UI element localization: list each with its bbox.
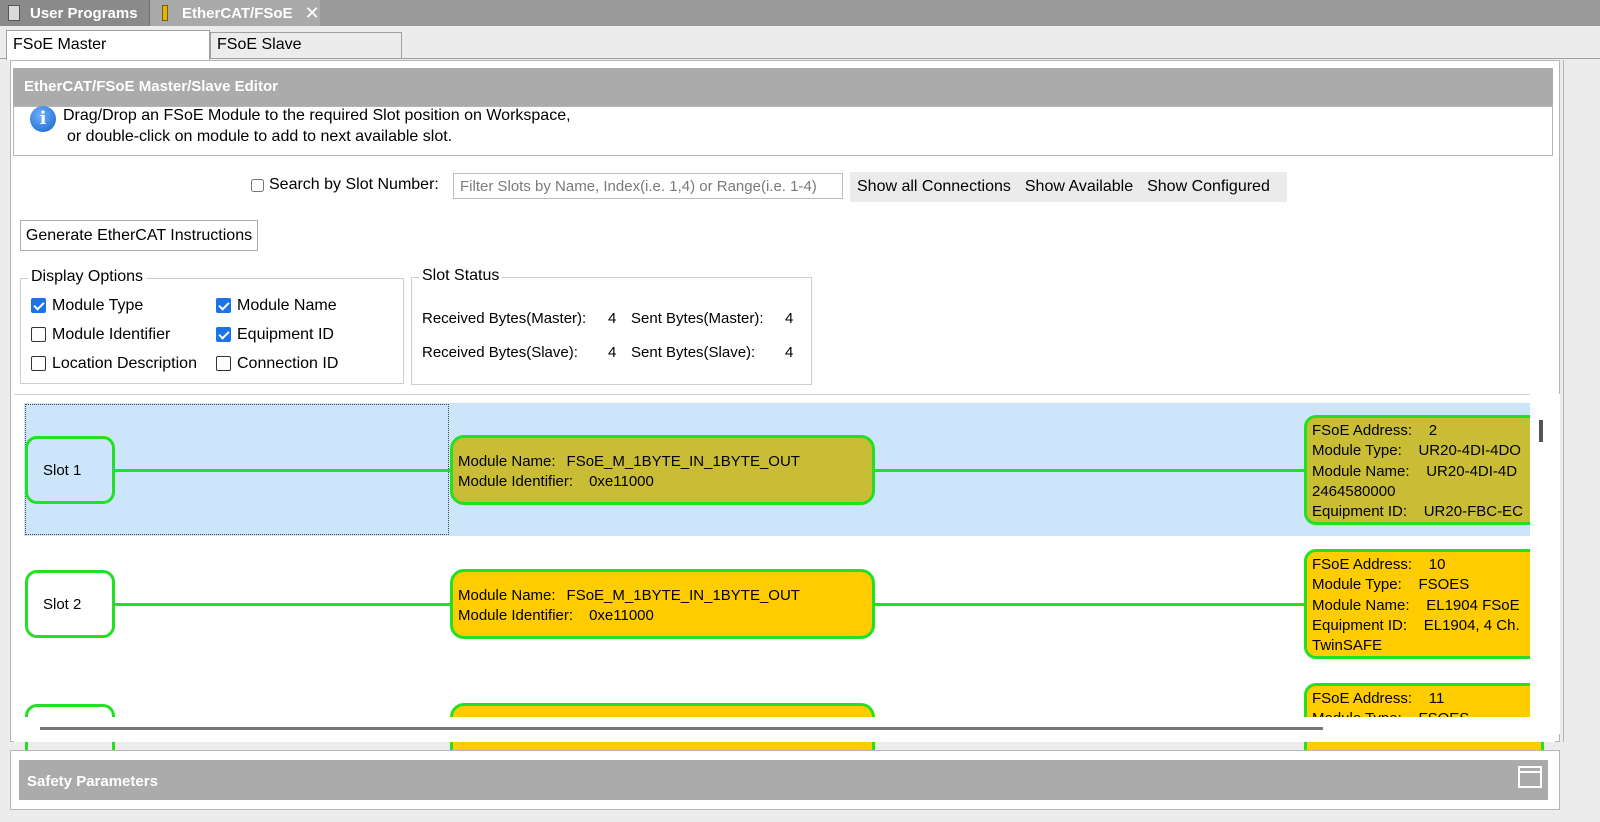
equipment-row: Module Name: EL1904 FSoE [1312, 596, 1520, 614]
sent-bytes-slave-value: 4 [785, 344, 794, 361]
slot-status-title: Slot Status [419, 267, 503, 285]
sent-bytes-master-value: 4 [785, 310, 794, 327]
equipment-row: TwinSAFE [1312, 637, 1383, 655]
vertical-scrollbar-thumb[interactable] [1539, 420, 1543, 442]
slot-2-equipment[interactable]: FSoE Address: 10 Module Type: FSOES Modu… [1304, 549, 1544, 659]
connection-id-checkbox[interactable] [216, 356, 231, 371]
slot-status-group [411, 277, 812, 385]
program-icon [8, 5, 20, 21]
connection-line [875, 603, 1305, 606]
equipment-id-checkbox[interactable] [216, 327, 231, 342]
module-identifier-label: Module Identifier [52, 326, 171, 343]
received-bytes-slave-label: Received Bytes(Slave): [422, 344, 578, 361]
tab-fsoe-slave-configuration[interactable]: FSoE Slave Configuration [210, 32, 402, 77]
slot-1-equipment[interactable]: FSoE Address: 2 Module Type: UR20-4DI-4D… [1304, 415, 1544, 525]
tab-label: EtherCAT/FSoE [182, 4, 293, 22]
editor-title: EtherCAT/FSoE Master/Slave Editor [13, 68, 1553, 106]
module-name-label: Module Name [237, 297, 337, 314]
equipment-row: Module Name: UR20-4DI-4D [1312, 462, 1518, 480]
configuration-tabs: FSoE Master Configuration FSoE Slave Con… [0, 30, 1600, 80]
safety-parameters-title: Safety Parameters [19, 760, 1548, 800]
tab-user-programs[interactable]: User Programs [0, 0, 150, 26]
received-bytes-slave-value: 4 [608, 344, 617, 361]
module-name-row: Module Name: FSoE_M_1BYTE_IN_1BYTE_OUT [458, 453, 800, 470]
module-type-label: Module Type [52, 297, 144, 314]
display-options-title: Display Options [28, 268, 147, 286]
filter-slots-input[interactable] [453, 173, 843, 199]
equipment-row: FSoE Address: 2 [1312, 422, 1438, 439]
location-description-label: Location Description [52, 355, 197, 372]
tab-fsoe-master-configuration[interactable]: FSoE Master Configuration [6, 30, 210, 80]
show-all-connections-button[interactable]: Show all Connections [850, 172, 1018, 202]
slot-1-module[interactable]: Module Name: FSoE_M_1BYTE_IN_1BYTE_OUT Mo… [450, 435, 875, 505]
equipment-row: 2464580000 [1312, 482, 1396, 500]
slot-1-box[interactable]: Slot 1 [25, 436, 115, 504]
close-icon[interactable]: ✕ [305, 4, 320, 22]
equipment-id-label: Equipment ID [237, 326, 334, 343]
right-panel-edge [1563, 60, 1600, 822]
info-icon: i [30, 106, 56, 132]
maximize-icon[interactable] [1518, 766, 1542, 788]
filter-button-group: Show all Connections Show Available Show… [850, 172, 1287, 202]
slot-label: Slot 1 [43, 461, 82, 479]
equipment-row: Equipment ID: UR20-FBC-EC [1312, 503, 1523, 521]
slot-2-box[interactable]: Slot 2 [25, 570, 115, 638]
show-available-button[interactable]: Show Available [1018, 172, 1140, 202]
search-by-slot-checkbox[interactable] [251, 179, 264, 192]
module-identifier-row: Module Identifier: 0xe11000 [458, 607, 654, 624]
generate-ethercat-instructions-button[interactable]: Generate EtherCAT Instructions [20, 220, 258, 251]
connection-id-label: Connection ID [237, 355, 339, 372]
equipment-row: Module Type: FSOES [1312, 576, 1470, 594]
panel-divider [1563, 60, 1564, 742]
module-identifier-checkbox[interactable] [31, 327, 46, 342]
info-text-line-1: Drag/Drop an FSoE Module to the required… [63, 107, 571, 124]
horizontal-scrollbar[interactable] [40, 727, 1323, 730]
module-name-row: Module Name: FSoE_M_1BYTE_IN_1BYTE_OUT [458, 587, 800, 604]
connection-line [875, 469, 1305, 472]
module-identifier-row: Module Identifier: 0xe11000 [458, 473, 654, 490]
sent-bytes-slave-label: Sent Bytes(Slave): [631, 344, 756, 361]
equipment-row: FSoE Address: 10 [1312, 556, 1446, 573]
tab-ethercat-fsoe[interactable]: EtherCAT/FSoE ✕ [150, 0, 320, 26]
connection-line [115, 469, 451, 472]
module-name-checkbox[interactable] [216, 298, 231, 313]
slot-label: Slot 2 [43, 595, 82, 613]
equipment-row: Module Type: UR20-4DI-4DO [1312, 442, 1521, 460]
ethercat-icon [162, 5, 168, 21]
info-text-line-2: or double-click on module to add to next… [67, 128, 453, 145]
editor-tab-strip: User Programs EtherCAT/FSoE ✕ [0, 0, 1600, 26]
vertical-scrollbar-track[interactable] [1530, 394, 1560, 734]
slot-2-module[interactable]: Module Name: FSoE_M_1BYTE_IN_1BYTE_OUT Mo… [450, 569, 875, 639]
equipment-row: Equipment ID: EL1904, 4 Ch. [1312, 616, 1520, 634]
connection-line [115, 603, 451, 606]
tab-label: User Programs [30, 4, 138, 22]
search-by-slot-label: Search by Slot Number: [269, 176, 439, 193]
location-description-checkbox[interactable] [31, 356, 46, 371]
received-bytes-master-label: Received Bytes(Master): [422, 310, 587, 327]
module-type-checkbox[interactable] [31, 298, 46, 313]
sent-bytes-master-label: Sent Bytes(Master): [631, 310, 764, 327]
equipment-row: FSoE Address: 11 [1312, 690, 1445, 707]
received-bytes-master-value: 4 [608, 310, 617, 327]
show-configured-button[interactable]: Show Configured [1140, 172, 1277, 202]
